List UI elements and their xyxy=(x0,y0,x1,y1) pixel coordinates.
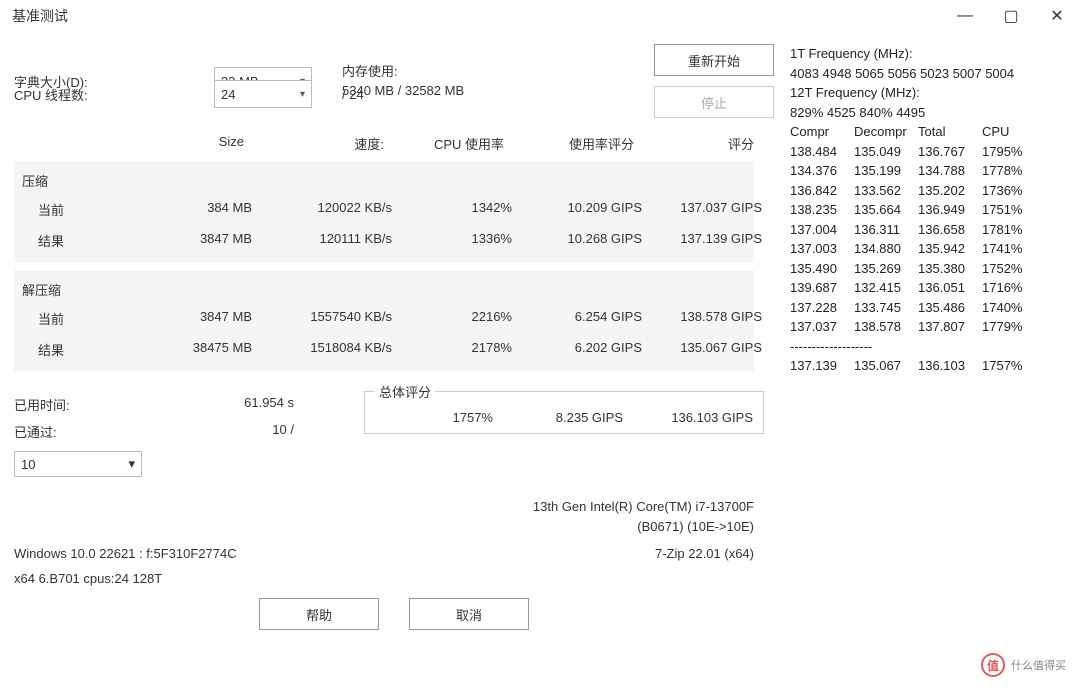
col-size: Size xyxy=(114,134,244,153)
watermark-icon: 值 xyxy=(981,653,1005,677)
app-info: 7-Zip 22.01 (x64) xyxy=(655,546,774,561)
chevron-down-icon: ▾ xyxy=(128,456,135,472)
os-info: Windows 10.0 22621 : f:5F310F2774C xyxy=(14,546,237,561)
row-label: 结果 xyxy=(22,340,122,359)
arch-info: x64 6.B701 cpus:24 128T xyxy=(14,571,162,586)
cpu-name: 13th Gen Intel(R) Core(TM) i7-13700F xyxy=(14,497,754,517)
stats-row: 139.687132.415136.0511716% xyxy=(790,278,1066,298)
maximize-icon[interactable]: ▢ xyxy=(988,0,1034,32)
stats-row: 134.376135.199134.7881778% xyxy=(790,161,1066,181)
separator: ------------------- xyxy=(790,337,1066,357)
benchmark-table: Size 速度: CPU 使用率 使用率评分 评分 压缩 当前 384 MB 1… xyxy=(14,128,754,371)
threads-max: / 24 xyxy=(342,87,364,102)
overall-rating: 136.103 GIPS xyxy=(623,410,753,425)
close-icon[interactable]: ✕ xyxy=(1034,0,1080,32)
table-row: 当前 3847 MB 1557540 KB/s 2216% 6.254 GIPS… xyxy=(22,303,746,334)
stats-row: 137.003134.880135.9421741% xyxy=(790,239,1066,259)
watermark-text: 什么值得买 xyxy=(1011,657,1066,673)
stats-total: 137.139 135.067 136.103 1757% xyxy=(790,356,1066,376)
overall-cpu: 1757% xyxy=(373,410,493,425)
threads-select[interactable]: 24 ▾ xyxy=(214,80,312,108)
cpu-code: (B0671) (10E->10E) xyxy=(14,517,754,537)
pass-select[interactable]: 10 ▾ xyxy=(14,451,142,477)
watermark: 值 什么值得买 xyxy=(981,653,1066,677)
stats-row: 138.484135.049136.7671795% xyxy=(790,142,1066,162)
elapsed-value: 61.954 s xyxy=(244,395,294,414)
table-row: 当前 384 MB 120022 KB/s 1342% 10.209 GIPS … xyxy=(22,194,746,225)
overall-label: 总体评分 xyxy=(375,382,435,401)
compress-label: 压缩 xyxy=(22,167,746,194)
freq12-values: 829% 4525 840% 4495 xyxy=(790,103,1066,123)
stats-row: 137.004136.311136.6581781% xyxy=(790,220,1066,240)
memory-label: 内存使用: xyxy=(342,62,464,82)
window-controls: — ▢ ✕ xyxy=(942,0,1080,32)
col-rating: 评分 xyxy=(634,134,754,153)
freq1-values: 4083 4948 5065 5056 5023 5007 5004 xyxy=(790,64,1066,84)
stats-row: 138.235135.664136.9491751% xyxy=(790,200,1066,220)
col-cpu: CPU 使用率 xyxy=(384,134,504,153)
stats-row: 136.842133.562135.2021736% xyxy=(790,181,1066,201)
stop-button[interactable]: 停止 xyxy=(654,86,774,118)
overall-rating-box: 总体评分 1757% 8.235 GIPS 136.103 GIPS xyxy=(364,391,764,434)
stats-header: Compr Decompr Total CPU xyxy=(790,122,1066,142)
stats-row: 135.490135.269135.3801752% xyxy=(790,259,1066,279)
window-title: 基准测试 xyxy=(12,6,68,26)
table-row: 结果 38475 MB 1518084 KB/s 2178% 6.202 GIP… xyxy=(22,334,746,365)
passed-value: 10 / xyxy=(272,422,294,441)
stats-panel: 1T Frequency (MHz): 4083 4948 5065 5056 … xyxy=(790,44,1066,630)
threads-label: CPU 线程数: xyxy=(14,85,214,104)
overall-usage-rating: 8.235 GIPS xyxy=(493,410,623,425)
decompress-label: 解压缩 xyxy=(22,276,746,303)
stats-row: 137.037138.578137.8071779% xyxy=(790,317,1066,337)
row-label: 结果 xyxy=(22,231,122,250)
elapsed-label: 已用时间: xyxy=(14,395,70,414)
col-usage-rating: 使用率评分 xyxy=(504,134,634,153)
system-info: 13th Gen Intel(R) Core(TM) i7-13700F (B0… xyxy=(14,497,774,536)
freq1-label: 1T Frequency (MHz): xyxy=(790,44,1066,64)
help-button[interactable]: 帮助 xyxy=(259,598,379,630)
table-row: 结果 3847 MB 120111 KB/s 1336% 10.268 GIPS… xyxy=(22,225,746,256)
decompress-group: 解压缩 当前 3847 MB 1557540 KB/s 2216% 6.254 … xyxy=(14,270,754,371)
passed-label: 已通过: xyxy=(14,422,57,441)
chevron-down-icon: ▾ xyxy=(300,89,305,100)
stats-row: 137.228133.745135.4861740% xyxy=(790,298,1066,318)
table-header: Size 速度: CPU 使用率 使用率评分 评分 xyxy=(14,128,754,159)
row-label: 当前 xyxy=(22,309,122,328)
col-speed: 速度: xyxy=(244,134,384,153)
restart-button[interactable]: 重新开始 xyxy=(654,44,774,76)
threads-value: 24 xyxy=(221,87,235,102)
pass-select-value: 10 xyxy=(21,457,35,472)
freq12-label: 12T Frequency (MHz): xyxy=(790,83,1066,103)
compress-group: 压缩 当前 384 MB 120022 KB/s 1342% 10.209 GI… xyxy=(14,161,754,262)
cancel-button[interactable]: 取消 xyxy=(409,598,529,630)
minimize-icon[interactable]: — xyxy=(942,0,988,32)
row-label: 当前 xyxy=(22,200,122,219)
title-bar: 基准测试 — ▢ ✕ xyxy=(0,0,1080,32)
